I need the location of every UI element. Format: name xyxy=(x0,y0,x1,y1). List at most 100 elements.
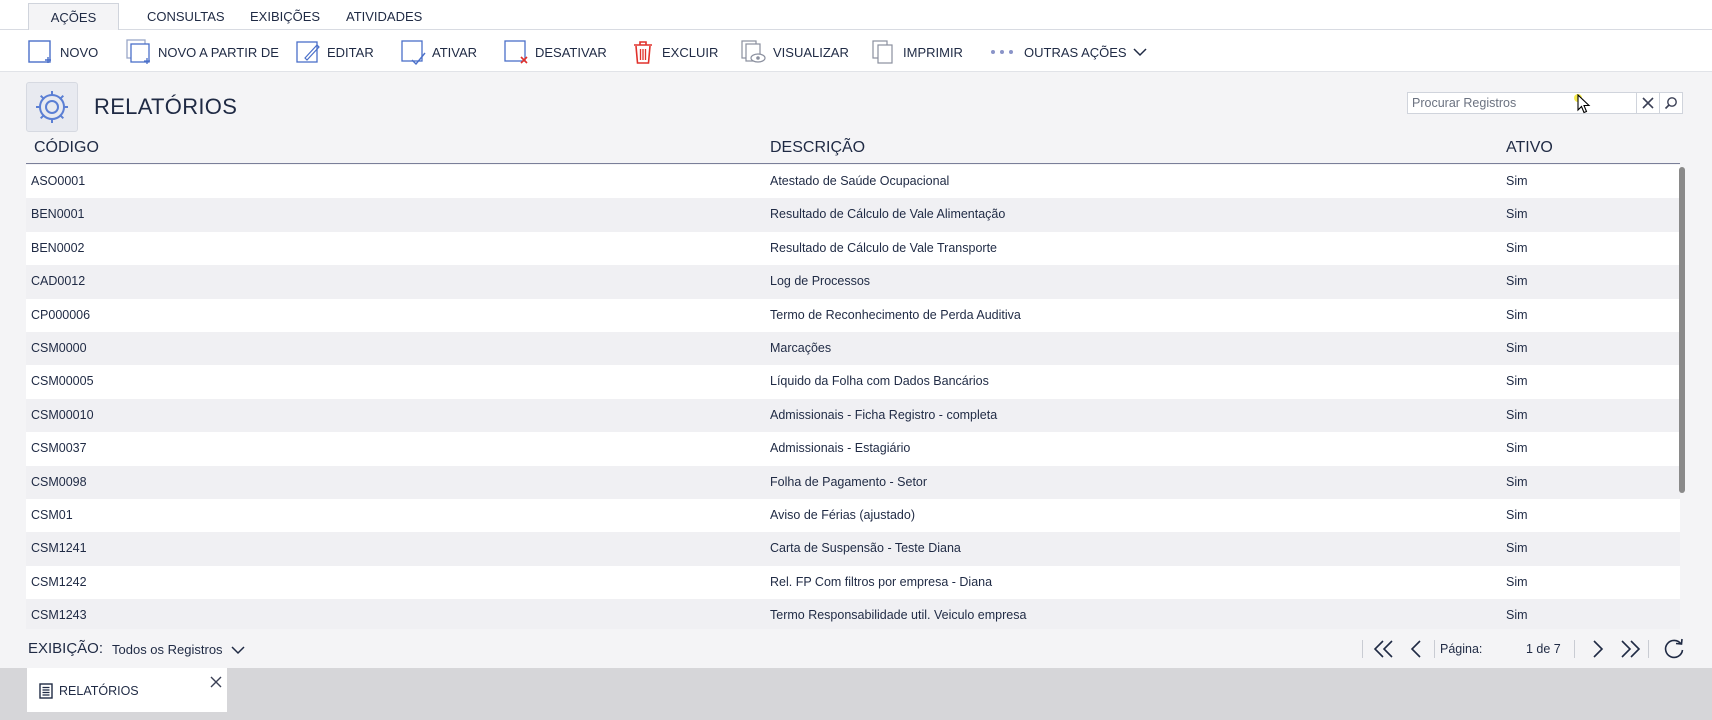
cell-ativo: Sim xyxy=(1506,608,1528,623)
column-header-ativo[interactable]: ATIVO xyxy=(1506,139,1553,157)
close-icon xyxy=(210,676,222,688)
editar-button[interactable]: EDITAR xyxy=(295,37,374,67)
chevron-right-icon xyxy=(1593,640,1604,658)
novo-a-partir-button[interactable]: NOVO A PARTIR DE xyxy=(126,37,279,67)
cell-codigo: CSM1241 xyxy=(31,541,87,556)
bottom-dock: RELATÓRIOS xyxy=(0,668,1712,720)
cell-ativo: Sim xyxy=(1506,240,1528,255)
scrollbar-thumb[interactable] xyxy=(1679,167,1685,493)
visualizar-button[interactable]: VISUALIZAR xyxy=(741,37,849,67)
table-row[interactable]: CSM01 Aviso de Férias (ajustado) Sim xyxy=(26,499,1680,533)
pager-divider xyxy=(1648,640,1649,658)
search-icon xyxy=(1665,97,1678,110)
cell-descricao: Folha de Pagamento - Setor xyxy=(770,474,928,489)
cell-ativo: Sim xyxy=(1506,574,1528,589)
pager-divider xyxy=(1574,640,1575,658)
cell-descricao: Aviso de Férias (ajustado) xyxy=(770,508,915,522)
cell-descricao: Admissionais - Estagiário xyxy=(770,441,911,456)
table-row[interactable]: CSM0000 Marcações Sim xyxy=(26,332,1680,366)
imprimir-label: IMPRIMIR xyxy=(903,44,963,60)
cell-ativo: Sim xyxy=(1506,274,1528,289)
table-row[interactable]: CSM00010 Admissionais - Ficha Registro - … xyxy=(26,398,1680,433)
next-page-button[interactable] xyxy=(1586,638,1610,660)
tab-atividades-label: ATIVIDADES xyxy=(346,9,423,24)
excluir-button[interactable]: EXCLUIR xyxy=(630,37,718,67)
exibicao-select[interactable]: Todos os Registros xyxy=(112,642,245,657)
cell-descricao: Carta de Suspensão - Teste Diana xyxy=(770,541,961,556)
cell-codigo: CSM0037 xyxy=(31,441,87,456)
cell-descricao: Líquido da Folha com Dados Bancários xyxy=(770,374,989,389)
cell-ativo: Sim xyxy=(1506,307,1528,322)
double-chevron-left-icon xyxy=(1373,640,1393,658)
table-row[interactable]: CSM0098 Folha de Pagamento - Setor Sim xyxy=(26,465,1680,499)
novo-a-partir-label: NOVO A PARTIR DE xyxy=(158,44,279,60)
outras-acoes-button[interactable]: OUTRAS AÇÕES xyxy=(990,37,1147,67)
double-chevron-right-icon xyxy=(1621,640,1641,658)
novo-button[interactable]: NOVO xyxy=(28,37,98,67)
cell-codigo: CSM01 xyxy=(31,508,73,522)
table-row[interactable]: CP000006 Termo de Reconhecimento de Perda… xyxy=(26,298,1680,332)
exibicao-label: EXIBIÇÃO: xyxy=(28,640,104,657)
document-list-icon xyxy=(39,683,53,699)
previous-page-button[interactable] xyxy=(1404,638,1428,660)
tab-consultas-label: CONSULTAS xyxy=(147,9,225,24)
cell-codigo: BEN0001 xyxy=(31,207,85,222)
refresh-button[interactable] xyxy=(1662,638,1686,660)
tab-atividades[interactable]: ATIVIDADES xyxy=(332,3,436,30)
last-page-button[interactable] xyxy=(1618,638,1642,660)
dock-tab-relatorios[interactable]: RELATÓRIOS xyxy=(27,668,227,712)
table-row[interactable]: CSM1243 Termo Responsabilidade util. Veic… xyxy=(26,599,1680,629)
table-row[interactable]: CAD0012 Log de Processos Sim xyxy=(26,265,1680,299)
clear-search-button[interactable] xyxy=(1637,93,1659,113)
pagina-label: Página: xyxy=(1440,642,1483,656)
dock-tab-label: RELATÓRIOS xyxy=(59,684,139,698)
mouse-cursor-icon xyxy=(1577,94,1591,114)
search-box xyxy=(1407,92,1683,114)
tab-consultas[interactable]: CONSULTAS xyxy=(133,3,239,30)
page-header: RELATÓRIOS xyxy=(26,80,1686,134)
outras-acoes-label: OUTRAS AÇÕES xyxy=(1024,44,1127,60)
tab-acoes[interactable]: AÇÕES xyxy=(28,3,119,31)
ativar-button[interactable]: ATIVAR xyxy=(400,37,477,67)
chevron-left-icon xyxy=(1410,640,1421,658)
table-row[interactable]: CSM00005 Líquido da Folha com Dados Bancá… xyxy=(26,365,1680,399)
pagination: Página: 1 de 7 xyxy=(1362,634,1692,664)
table-scrollbar[interactable] xyxy=(1679,165,1686,629)
table-footer: EXIBIÇÃO: Todos os Registros Página: 1 d… xyxy=(0,630,1712,668)
table-row[interactable]: CSM0037 Admissionais - Estagiário Sim xyxy=(26,432,1680,466)
refresh-icon xyxy=(1664,638,1684,659)
tab-acoes-label: AÇÕES xyxy=(50,10,97,25)
ativar-label: ATIVAR xyxy=(432,44,478,60)
print-icon xyxy=(872,40,893,64)
search-input[interactable] xyxy=(1408,93,1637,113)
search-button[interactable] xyxy=(1660,93,1682,113)
table-row[interactable]: CSM1241 Carta de Suspensão - Teste Diana S… xyxy=(26,532,1680,566)
first-page-button[interactable] xyxy=(1372,638,1396,660)
cell-ativo: Sim xyxy=(1506,174,1528,188)
column-header-codigo[interactable]: CÓDIGO xyxy=(34,139,99,157)
exibicao-value: Todos os Registros xyxy=(112,642,223,657)
table-row[interactable]: CSM1242 Rel. FP Com filtros por empresa -… xyxy=(26,565,1680,600)
cell-codigo: CSM0098 xyxy=(31,474,87,489)
cell-ativo: Sim xyxy=(1506,407,1528,422)
close-icon xyxy=(1642,97,1654,109)
new-document-icon xyxy=(28,40,51,63)
column-header-descricao[interactable]: DESCRIÇÃO xyxy=(770,139,865,157)
novo-label: NOVO xyxy=(60,44,99,60)
action-toolbar: NOVO NOVO A PARTIR DE EDITAR ATIVAR DESA… xyxy=(0,30,1712,72)
more-dots-icon xyxy=(991,50,1013,54)
deactivate-x-icon xyxy=(504,40,528,64)
activate-check-icon xyxy=(401,40,426,65)
cell-ativo: Sim xyxy=(1506,374,1528,389)
desativar-button[interactable]: DESATIVAR xyxy=(503,37,607,67)
dock-tab-close-button[interactable] xyxy=(208,674,224,690)
imprimir-button[interactable]: IMPRIMIR xyxy=(871,37,963,67)
copy-document-icon xyxy=(126,39,150,64)
top-tabs: AÇÕES CONSULTAS EXIBIÇÕES ATIVIDADES xyxy=(0,0,1712,31)
table-row[interactable]: BEN0001 Resultado de Cálculo de Vale Alim… xyxy=(26,198,1680,232)
table-row[interactable]: BEN0002 Resultado de Cálculo de Vale Tran… xyxy=(26,231,1680,266)
cell-codigo: CP000006 xyxy=(31,307,91,322)
tab-exibicoes[interactable]: EXIBIÇÕES xyxy=(236,3,334,30)
table-row[interactable]: ASO0001 Atestado de Saúde Ocupacional Sim xyxy=(26,165,1680,199)
cell-ativo: Sim xyxy=(1506,207,1528,222)
